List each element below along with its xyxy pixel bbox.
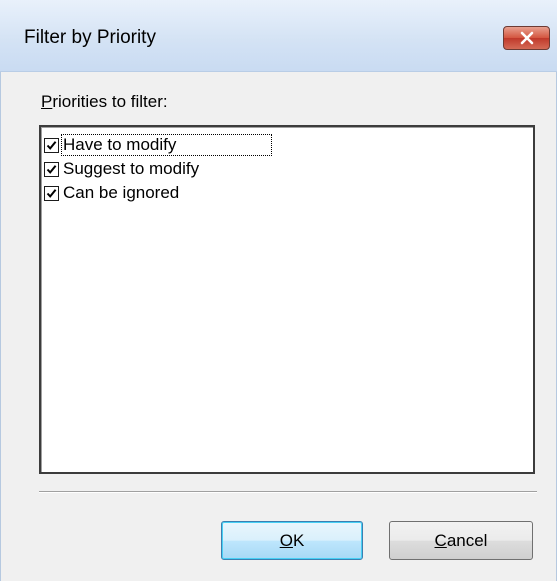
checkmark-icon xyxy=(46,140,57,150)
have-to-modify-checkbox[interactable] xyxy=(44,137,59,153)
list-item-can-be-ignored[interactable]: Can be ignored xyxy=(44,181,183,205)
close-icon xyxy=(520,31,534,45)
suggest-to-modify-label: Suggest to modify xyxy=(63,159,200,178)
close-button[interactable] xyxy=(503,26,550,50)
priorities-label: Priorities to filter: xyxy=(41,91,168,113)
priorities-checklist[interactable]: Have to modify Suggest to modify Can be … xyxy=(39,125,535,474)
have-to-modify-label: Have to modify xyxy=(61,134,272,156)
priorities-label-mnemonic: P xyxy=(41,92,53,111)
checkmark-icon xyxy=(46,188,57,198)
cancel-button[interactable]: Cancel xyxy=(389,521,533,560)
window-title: Filter by Priority xyxy=(24,27,156,48)
cancel-label: ancel xyxy=(446,530,488,550)
can-be-ignored-checkbox[interactable] xyxy=(44,185,59,201)
divider xyxy=(39,491,537,493)
dialog-body: Priorities to filter: Have to modify Sug… xyxy=(0,72,557,581)
ok-label: K xyxy=(292,530,305,550)
cancel-mnemonic: C xyxy=(434,530,447,550)
list-item-have-to-modify[interactable]: Have to modify xyxy=(44,133,272,157)
ok-mnemonic: O xyxy=(279,530,293,550)
checkmark-icon xyxy=(46,164,57,174)
filter-by-priority-dialog: Filter by Priority Priorities to filter:… xyxy=(0,0,557,581)
title-bar[interactable]: Filter by Priority xyxy=(0,0,557,72)
list-item-suggest-to-modify[interactable]: Suggest to modify xyxy=(44,157,203,181)
ok-button[interactable]: OK xyxy=(221,521,363,560)
priorities-label-text: riorities to filter: xyxy=(52,92,168,111)
suggest-to-modify-checkbox[interactable] xyxy=(44,161,59,177)
can-be-ignored-label: Can be ignored xyxy=(63,183,180,202)
